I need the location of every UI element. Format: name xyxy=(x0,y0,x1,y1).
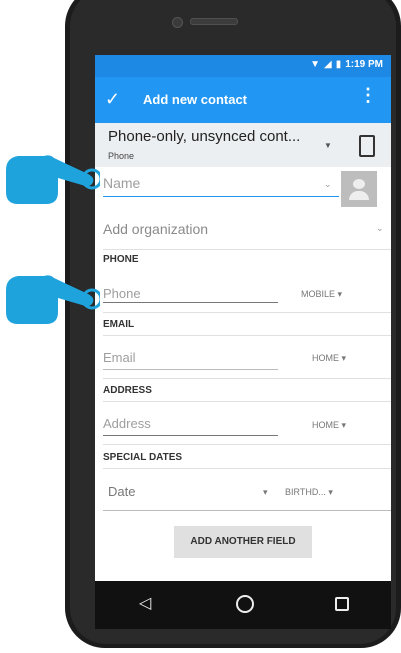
add-organization[interactable]: Add organization xyxy=(103,221,208,237)
divider xyxy=(103,249,391,250)
divider xyxy=(103,312,391,313)
date-dropdown-icon[interactable]: ▾ xyxy=(263,487,268,498)
date-type-select[interactable]: BIRTHD... ▾ xyxy=(285,487,333,498)
name-placeholder: Name xyxy=(103,175,141,191)
divider xyxy=(103,335,391,336)
tap-hand-icon xyxy=(6,155,100,204)
section-phone: PHONE xyxy=(103,254,139,265)
navigation-bar: ◁ xyxy=(95,581,391,629)
phone-field[interactable]: Phone xyxy=(103,286,141,301)
divider xyxy=(103,378,391,379)
address-type-select[interactable]: HOME ▾ xyxy=(312,420,346,431)
tap-hand-icon xyxy=(6,275,100,324)
battery-icon: ▮ xyxy=(335,59,342,70)
recents-icon[interactable] xyxy=(335,597,349,611)
avatar-head xyxy=(353,179,365,189)
divider xyxy=(103,510,391,511)
account-selector[interactable]: Phone-only, unsynced cont... Phone ▼ xyxy=(95,123,391,167)
signal-icon: ◢ xyxy=(323,59,332,70)
chevron-down-icon[interactable]: ⌄ xyxy=(376,223,384,234)
expand-name-icon[interactable]: ⌄ xyxy=(324,179,332,190)
email-underline xyxy=(103,369,278,370)
email-type-select[interactable]: HOME ▾ xyxy=(312,353,346,364)
home-icon[interactable] xyxy=(236,595,254,613)
email-type-label: HOME xyxy=(312,353,339,363)
chevron-down-icon: ▼ xyxy=(324,141,332,150)
contact-photo[interactable] xyxy=(341,171,377,207)
account-subtitle: Phone xyxy=(108,151,135,161)
phone-type-select[interactable]: MOBILE ▾ xyxy=(301,289,342,300)
avatar-body xyxy=(349,191,369,200)
page-title: Add new contact xyxy=(143,92,248,107)
name-underline xyxy=(103,196,339,197)
divider xyxy=(103,401,391,402)
front-camera xyxy=(172,17,183,28)
divider xyxy=(103,468,391,469)
phone-type-label: MOBILE xyxy=(301,289,336,299)
back-icon[interactable]: ◁ xyxy=(139,593,151,613)
email-field[interactable]: Email xyxy=(103,350,136,365)
status-bar: ▼ ◢ ▮ 1:19 PM xyxy=(95,55,391,77)
address-type-label: HOME xyxy=(312,420,339,430)
wifi-icon: ▼ xyxy=(310,59,320,70)
address-field[interactable]: Address xyxy=(103,416,151,431)
section-special-dates: SPECIAL DATES xyxy=(103,452,183,463)
phone-underline xyxy=(103,302,278,303)
screen: ▼ ◢ ▮ 1:19 PM ✓ Add new contact ⋮ Phone-… xyxy=(95,55,391,581)
date-field[interactable]: Date xyxy=(108,484,135,499)
phone-device-icon xyxy=(359,135,375,157)
toolbar: ✓ Add new contact ⋮ xyxy=(95,77,391,123)
account-title: Phone-only, unsynced cont... xyxy=(108,128,301,145)
address-underline xyxy=(103,435,278,436)
check-icon[interactable]: ✓ xyxy=(105,89,120,110)
section-address: ADDRESS xyxy=(103,385,152,396)
more-vert-icon[interactable]: ⋮ xyxy=(359,86,377,104)
section-email: EMAIL xyxy=(103,319,135,330)
status-time: 1:19 PM xyxy=(345,59,383,70)
earpiece-speaker xyxy=(190,18,238,25)
divider xyxy=(103,444,391,445)
add-another-field-button[interactable]: ADD ANOTHER FIELD xyxy=(174,526,312,558)
date-type-label: BIRTHD... xyxy=(285,487,326,497)
